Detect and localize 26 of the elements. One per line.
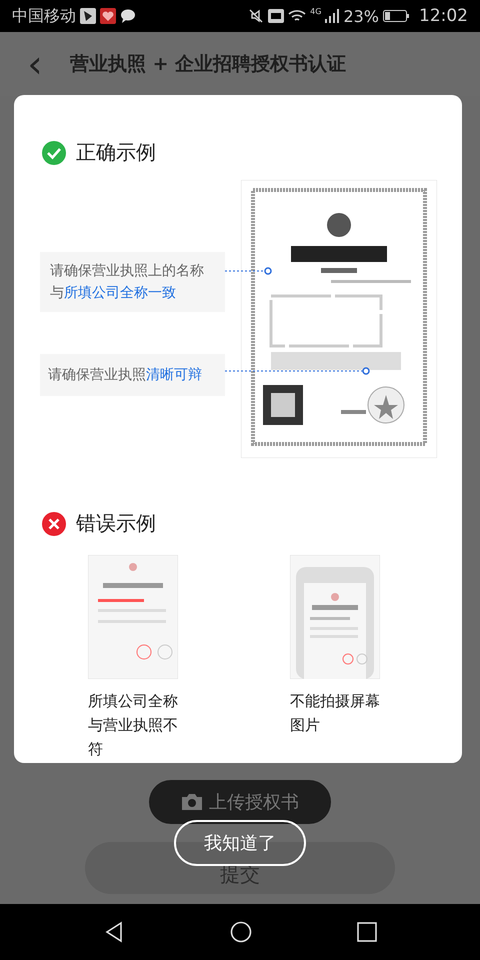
- battery-icon: [383, 10, 409, 22]
- back-button[interactable]: ‹: [0, 45, 70, 83]
- wifi-icon: [288, 9, 306, 23]
- clock-time: 12:02: [419, 6, 468, 26]
- example-caption: 所填公司全称与营业执照不符: [88, 691, 179, 760]
- confirm-button[interactable]: 我知道了: [174, 820, 306, 866]
- page-title: 营业执照 + 企业招聘授权书认证: [70, 52, 346, 77]
- app-icon: [80, 8, 96, 24]
- check-icon: [42, 140, 66, 164]
- cross-icon: [42, 512, 66, 536]
- section-title: 正确示例: [76, 139, 156, 166]
- network-label: 4G: [310, 7, 322, 16]
- signal-icon: [325, 9, 340, 23]
- leader-line: [224, 267, 272, 275]
- home-nav-icon[interactable]: [230, 921, 252, 943]
- mute-icon: [248, 8, 264, 24]
- carrier-name: 中国移动: [12, 6, 76, 26]
- camera-icon: [181, 793, 203, 811]
- battery-percent: 23%: [343, 6, 379, 26]
- section-title: 错误示例: [76, 510, 156, 537]
- hint-text: 请确保营业执照上的名称与所填公司全称一致: [40, 252, 225, 312]
- hint-text: 请确保营业执照清晰可辩: [40, 354, 225, 396]
- upload-button[interactable]: 上传授权书: [149, 780, 331, 824]
- example-caption: 不能拍摄屏幕图片: [290, 691, 381, 736]
- recents-nav-icon[interactable]: [357, 922, 378, 942]
- chat-icon: [120, 9, 136, 23]
